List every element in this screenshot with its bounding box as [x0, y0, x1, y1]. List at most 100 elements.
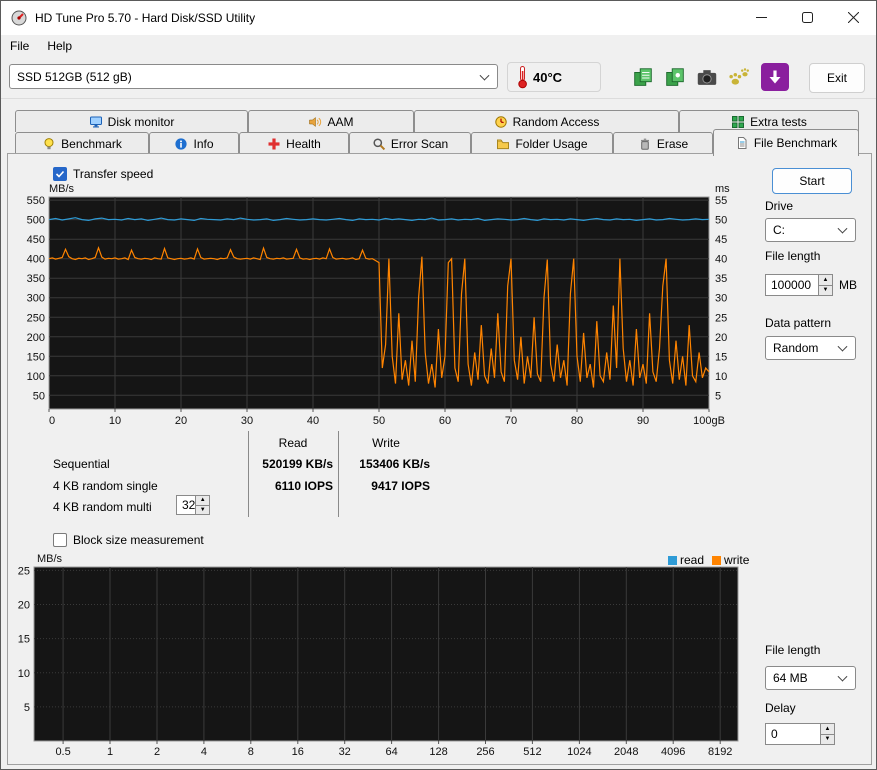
tab-disk-monitor[interactable]: Disk monitor — [15, 110, 248, 132]
file-length-spinner[interactable]: 100000 ▲ ▼ — [765, 274, 833, 296]
svg-text:256: 256 — [476, 746, 494, 758]
menu-file[interactable]: File — [1, 36, 38, 56]
file-length-value: 100000 — [765, 274, 818, 296]
svg-text:550: 550 — [27, 195, 45, 207]
svg-text:10: 10 — [18, 668, 30, 680]
file-length-unit: MB — [839, 278, 857, 292]
checkbox-unchecked-icon — [53, 533, 67, 547]
thermometer-icon — [518, 66, 527, 89]
maximize-icon — [801, 12, 813, 23]
tab-random-access[interactable]: Random Access — [414, 110, 679, 132]
block-file-length-label: File length — [765, 643, 821, 657]
tab-error-scan[interactable]: Error Scan — [349, 132, 471, 154]
svg-text:100: 100 — [27, 371, 45, 383]
svg-text:50: 50 — [33, 390, 45, 402]
tab-label: Erase — [656, 136, 689, 151]
tab-benchmark[interactable]: Benchmark — [15, 132, 149, 154]
svg-text:15: 15 — [715, 351, 727, 363]
svg-text:350: 350 — [27, 273, 45, 285]
svg-text:5: 5 — [24, 702, 30, 714]
tab-label: Benchmark — [61, 136, 122, 151]
screenshot-button[interactable] — [693, 64, 720, 91]
delay-spinner[interactable]: 0 ▲ ▼ — [765, 723, 835, 745]
minimize-icon — [755, 17, 767, 18]
tab-label: AAM — [327, 114, 354, 129]
drive-combo[interactable]: C: — [765, 218, 856, 242]
spin-up-button[interactable]: ▲ — [818, 274, 833, 286]
tab-erase[interactable]: Erase — [613, 132, 713, 154]
svg-text:40: 40 — [307, 415, 319, 427]
tab-aam[interactable]: AAM — [248, 110, 414, 132]
exit-button-label: Exit — [826, 71, 847, 85]
result-row-label: 4 KB random multi — [53, 500, 152, 514]
legend: read write — [668, 553, 749, 567]
toolbar-divider — [1, 98, 876, 99]
camera-icon — [697, 69, 716, 85]
delay-value: 0 — [765, 723, 820, 745]
random-multi-spinner[interactable]: 32 ▲ ▼ — [176, 495, 210, 515]
svg-text:8: 8 — [248, 746, 254, 758]
svg-text:450: 450 — [27, 234, 45, 246]
menu-help[interactable]: Help — [38, 36, 81, 56]
download-button[interactable] — [761, 63, 789, 91]
copy-image-button[interactable] — [661, 64, 688, 91]
chevron-down-icon — [837, 223, 848, 234]
tab-folder-usage[interactable]: Folder Usage — [471, 132, 613, 154]
svg-text:400: 400 — [27, 254, 45, 266]
svg-text:64: 64 — [385, 746, 397, 758]
copy-image-icon — [665, 67, 684, 86]
spin-up-button[interactable]: ▲ — [820, 723, 835, 735]
tab-info[interactable]: Info — [149, 132, 239, 154]
legend-read-swatch — [668, 555, 677, 565]
tab-label: Folder Usage — [515, 136, 588, 151]
tab-label: Extra tests — [750, 114, 807, 129]
menu-bar: File Help — [1, 35, 876, 57]
spin-down-button[interactable]: ▼ — [820, 734, 835, 745]
drive-select-value: SSD 512GB (512 gB) — [17, 69, 132, 84]
svg-text:10: 10 — [109, 415, 121, 427]
data-pattern-value: Random — [773, 341, 819, 355]
folder-usage-icon — [497, 139, 510, 149]
spin-down-button[interactable]: ▼ — [818, 285, 833, 296]
transfer-speed-chart: 550 55500 50450 45400 40350 35300 30250 25200 20… — [27, 183, 731, 427]
svg-text:250: 250 — [27, 312, 45, 324]
svg-text:200: 200 — [27, 332, 45, 344]
tab-label: Disk monitor — [107, 114, 175, 129]
svg-text:4096: 4096 — [661, 746, 685, 758]
svg-text:32: 32 — [339, 746, 351, 758]
start-button-label: Start — [799, 174, 825, 188]
paws-button[interactable] — [725, 64, 752, 91]
svg-text:30: 30 — [241, 415, 253, 427]
tab-health[interactable]: Health — [239, 132, 349, 154]
svg-text:0: 0 — [49, 415, 55, 427]
minimize-button[interactable] — [738, 1, 784, 34]
info-icon — [175, 137, 188, 150]
copy-text-icon — [633, 67, 652, 86]
spin-down-button[interactable]: ▼ — [195, 505, 210, 515]
svg-text:300: 300 — [27, 293, 45, 305]
tab-label: Random Access — [512, 114, 600, 129]
copy-text-button[interactable] — [629, 64, 656, 91]
drive-select-combo[interactable]: SSD 512GB (512 gB) — [9, 64, 498, 89]
close-button[interactable] — [830, 1, 876, 34]
result-read-value: 520199 KB/s — [262, 457, 333, 471]
svg-text:0.5: 0.5 — [55, 746, 70, 758]
results-divider — [338, 431, 339, 517]
data-pattern-combo[interactable]: Random — [765, 336, 856, 360]
exit-button[interactable]: Exit — [809, 63, 865, 93]
svg-text:500: 500 — [27, 215, 45, 227]
transfer-speed-checkbox[interactable]: Transfer speed — [53, 167, 153, 181]
spin-up-button[interactable]: ▲ — [195, 495, 210, 506]
result-row-label: 4 KB random single — [53, 479, 158, 493]
temperature-display: 40°C — [507, 62, 601, 92]
file-benchmark-icon — [737, 137, 747, 149]
tab-label: Info — [193, 136, 214, 151]
block-size-checkbox[interactable]: Block size measurement — [53, 533, 204, 547]
start-button[interactable]: Start — [772, 168, 852, 194]
svg-text:60: 60 — [439, 415, 451, 427]
tab-file-benchmark[interactable]: File Benchmark — [713, 129, 859, 156]
extra-tests-icon — [732, 115, 745, 128]
svg-text:90: 90 — [637, 415, 649, 427]
block-file-length-combo[interactable]: 64 MB — [765, 666, 856, 690]
maximize-button[interactable] — [784, 1, 830, 34]
